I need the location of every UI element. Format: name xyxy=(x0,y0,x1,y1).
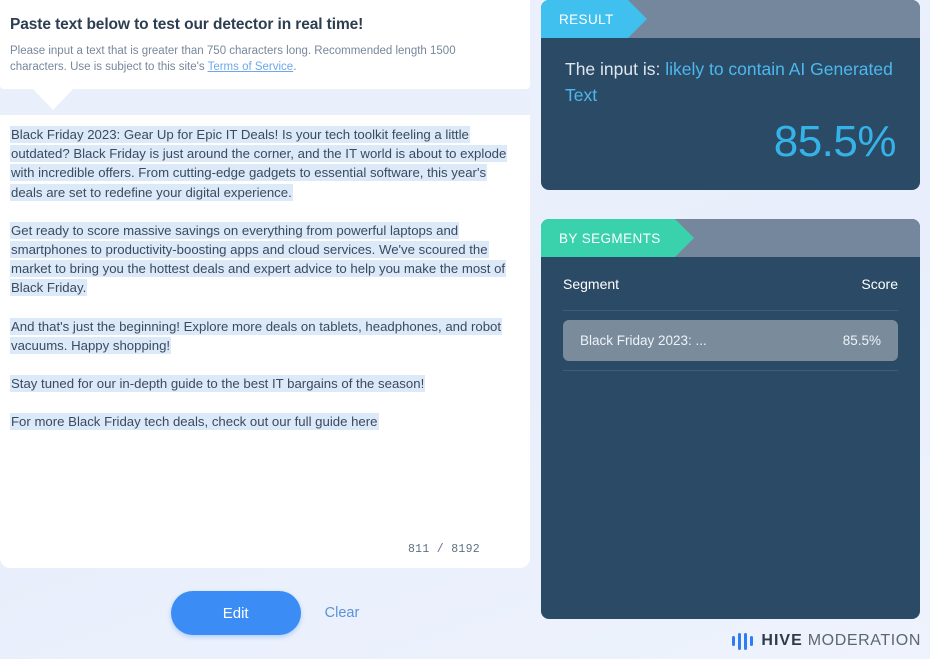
hive-bars-icon xyxy=(731,632,754,650)
text-paragraph: Black Friday 2023: Gear Up for Epic IT D… xyxy=(10,125,508,202)
text-line: Get ready to score massive savings on ev… xyxy=(10,221,507,297)
result-prefix: The input is: xyxy=(565,59,661,79)
intro-card: Paste text below to test our detector in… xyxy=(0,0,530,89)
table-row[interactable]: Black Friday 2023: ... 85.5% xyxy=(563,320,898,361)
clear-button[interactable]: Clear xyxy=(325,605,360,621)
notch-strip xyxy=(0,88,530,115)
text-line: For more Black Friday tech deals, check … xyxy=(10,413,379,431)
logo-secondary-text: MODERATION xyxy=(807,632,921,649)
segments-table-header: Segment Score xyxy=(563,257,898,311)
segments-panel-header: BY SEGMENTS xyxy=(541,219,920,257)
result-percentage: 85.5% xyxy=(773,117,897,166)
result-body: The input is: likely to contain AI Gener… xyxy=(541,38,920,190)
edit-button[interactable]: Edit xyxy=(170,591,301,635)
result-statement: The input is: likely to contain AI Gener… xyxy=(565,56,896,108)
segments-panel: BY SEGMENTS Segment Score Black Friday 2… xyxy=(541,219,920,619)
results-column: RESULT The input is: likely to contain A… xyxy=(530,0,930,659)
segments-col-score: Score xyxy=(861,275,898,292)
action-bar: Edit Clear xyxy=(0,568,530,635)
text-paragraph: For more Black Friday tech deals, check … xyxy=(10,412,508,431)
terms-of-service-link[interactable]: Terms of Service xyxy=(208,61,294,73)
result-panel-header: RESULT xyxy=(541,0,920,38)
segments-col-segment: Segment xyxy=(563,275,620,292)
text-input-area[interactable]: Black Friday 2023: Gear Up for Epic IT D… xyxy=(10,125,508,543)
input-column: Paste text below to test our detector in… xyxy=(0,0,530,659)
text-line: And that's just the beginning! Explore m… xyxy=(10,317,503,354)
text-line: Stay tuned for our in-depth guide to the… xyxy=(10,375,426,393)
text-paragraph: Stay tuned for our in-depth guide to the… xyxy=(10,374,508,393)
text-line: Black Friday 2023: Gear Up for Epic IT D… xyxy=(10,126,508,201)
segment-score: 85.5% xyxy=(842,333,881,348)
text-paragraph: And that's just the beginning! Explore m… xyxy=(10,317,508,355)
character-counter: 811 / 8192 xyxy=(407,543,480,556)
text-paragraph: Get ready to score massive savings on ev… xyxy=(10,221,508,298)
text-input-card: Black Friday 2023: Gear Up for Epic IT D… xyxy=(0,115,530,568)
result-panel: RESULT The input is: likely to contain A… xyxy=(541,0,920,190)
result-ribbon-label: RESULT xyxy=(541,0,647,38)
page-title: Paste text below to test our detector in… xyxy=(10,16,364,33)
speech-pointer-icon xyxy=(32,88,74,110)
hive-moderation-logo: HIVE MODERATION xyxy=(731,632,921,650)
intro-subtitle-period: . xyxy=(293,61,297,74)
segments-row-divider xyxy=(563,370,898,371)
app-root: Paste text below to test our detector in… xyxy=(0,0,930,659)
logo-primary-text: HIVE xyxy=(761,632,803,649)
intro-subtitle: Please input a text that is greater than… xyxy=(10,43,490,76)
segment-label: Black Friday 2023: ... xyxy=(580,333,707,348)
segments-body: Segment Score Black Friday 2023: ... 85.… xyxy=(541,257,920,371)
segments-ribbon-label: BY SEGMENTS xyxy=(541,219,694,257)
